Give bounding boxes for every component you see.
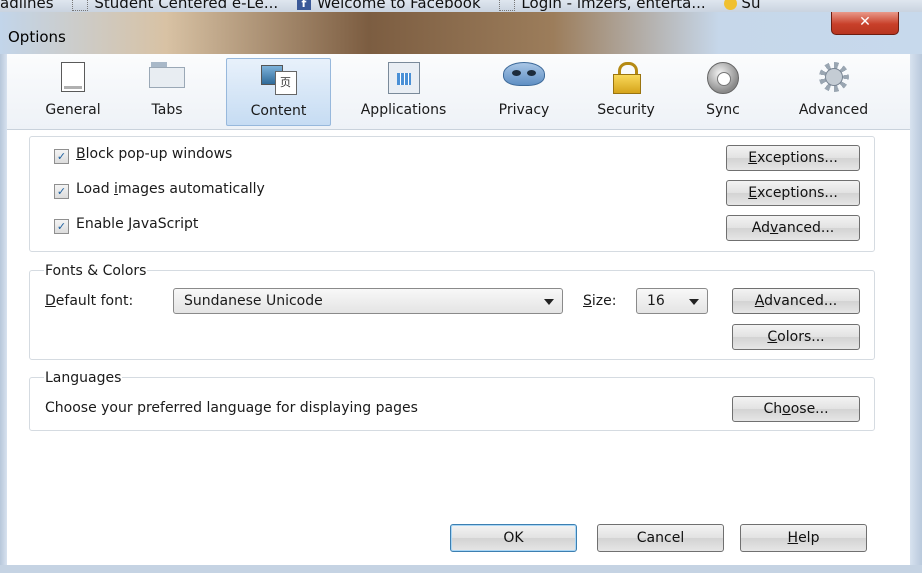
language-description: Choose your preferred language for displ…	[45, 400, 418, 416]
bookmark-su[interactable]: Su	[724, 0, 760, 12]
javascript-advanced-button[interactable]: Advanced...	[726, 215, 860, 241]
window-title: Options	[8, 28, 66, 46]
window-titlebar[interactable]: Options ✕	[0, 12, 922, 54]
bookmark-label: Student Centered e-Le...	[94, 0, 279, 12]
category-toolbar: General Tabs 页 Content Applications Priv…	[7, 54, 910, 130]
colors-button[interactable]: Colors...	[732, 324, 860, 350]
lock-icon	[613, 62, 641, 94]
checkmark-icon: ✓	[56, 220, 67, 233]
tab-label: Security	[597, 102, 655, 118]
size-label: Size:	[583, 293, 617, 309]
privacy-mask-icon	[503, 62, 545, 86]
font-size-select[interactable]: 16	[636, 288, 708, 314]
bookmark-icon	[499, 0, 516, 11]
gear-icon	[818, 62, 849, 92]
font-size-value: 16	[647, 293, 665, 309]
tabs-icon	[149, 62, 185, 88]
window-frame-bottom	[0, 565, 922, 573]
enable-javascript-label[interactable]: Enable JavaScript	[76, 216, 198, 232]
facebook-icon: f	[296, 0, 311, 10]
options-dialog: General Tabs 页 Content Applications Priv…	[7, 54, 910, 565]
window-frame-right	[910, 54, 922, 573]
content-icon: 页	[260, 63, 297, 95]
close-icon: ✕	[859, 14, 871, 30]
content-options-group: ✓ Block pop-up windows Exceptions... ✓ L…	[29, 136, 875, 252]
tab-privacy[interactable]: Privacy	[484, 58, 564, 124]
bookmark-student-centered[interactable]: Student Centered e-Le...	[72, 0, 278, 12]
tab-content[interactable]: 页 Content	[226, 58, 331, 126]
fonts-colors-group: Fonts & Colors Default font: Sundanese U…	[29, 263, 875, 360]
languages-group: Languages Choose your preferred language…	[29, 370, 875, 431]
bookmark-icon	[72, 0, 89, 11]
bookmark-icon	[724, 0, 738, 10]
tab-sync[interactable]: Sync	[688, 58, 758, 124]
bookmark-headlines[interactable]: adlines	[0, 0, 54, 12]
bookmark-label: Su	[741, 0, 761, 12]
checkmark-icon: ✓	[56, 150, 67, 163]
close-button[interactable]: ✕	[831, 12, 899, 35]
tab-label: Applications	[360, 102, 447, 118]
images-exceptions-button[interactable]: Exceptions...	[726, 180, 860, 206]
general-icon	[61, 62, 85, 92]
enable-javascript-checkbox[interactable]: ✓	[54, 219, 69, 234]
tab-general[interactable]: General	[37, 58, 109, 124]
default-font-value: Sundanese Unicode	[184, 293, 323, 309]
tab-label: Tabs	[151, 102, 183, 118]
ok-button[interactable]: OK	[450, 524, 577, 552]
bookmark-facebook[interactable]: f Welcome to Facebook	[296, 0, 481, 12]
chevron-down-icon	[689, 299, 699, 305]
tab-applications[interactable]: Applications	[341, 58, 466, 124]
block-popups-label[interactable]: Block pop-up windows	[76, 146, 232, 162]
tab-label: General	[45, 102, 101, 118]
chevron-down-icon	[544, 299, 554, 305]
applications-icon	[387, 62, 420, 94]
choose-language-button[interactable]: Choose...	[732, 396, 860, 422]
popup-exceptions-button[interactable]: Exceptions...	[726, 145, 860, 171]
tab-advanced[interactable]: Advanced	[781, 58, 886, 124]
block-popups-checkbox[interactable]: ✓	[54, 149, 69, 164]
fonts-advanced-button[interactable]: Advanced...	[732, 288, 860, 314]
bookmark-label: Login - imzers, enterta...	[521, 0, 706, 12]
default-font-select[interactable]: Sundanese Unicode	[173, 288, 563, 314]
window-frame-left	[0, 54, 7, 573]
cancel-button[interactable]: Cancel	[597, 524, 724, 552]
tab-label: Content	[250, 103, 307, 119]
help-button[interactable]: Help	[740, 524, 867, 552]
sync-icon	[707, 62, 739, 94]
tab-tabs[interactable]: Tabs	[137, 58, 197, 124]
bookmark-imzers[interactable]: Login - imzers, enterta...	[499, 0, 706, 12]
fonts-colors-legend: Fonts & Colors	[44, 263, 148, 279]
tab-label: Advanced	[798, 102, 869, 118]
languages-legend: Languages	[44, 370, 123, 386]
load-images-checkbox[interactable]: ✓	[54, 184, 69, 199]
tab-label: Privacy	[498, 102, 550, 118]
default-font-label: Default font:	[45, 293, 134, 309]
bookmark-label: Welcome to Facebook	[316, 0, 481, 12]
tab-label: Sync	[706, 102, 740, 118]
bookmarks-bar: adlines Student Centered e-Le... f Welcom…	[0, 0, 922, 12]
load-images-label[interactable]: Load images automatically	[76, 181, 265, 197]
checkmark-icon: ✓	[56, 185, 67, 198]
bookmark-label: adlines	[0, 0, 54, 12]
tab-security[interactable]: Security	[581, 58, 671, 124]
